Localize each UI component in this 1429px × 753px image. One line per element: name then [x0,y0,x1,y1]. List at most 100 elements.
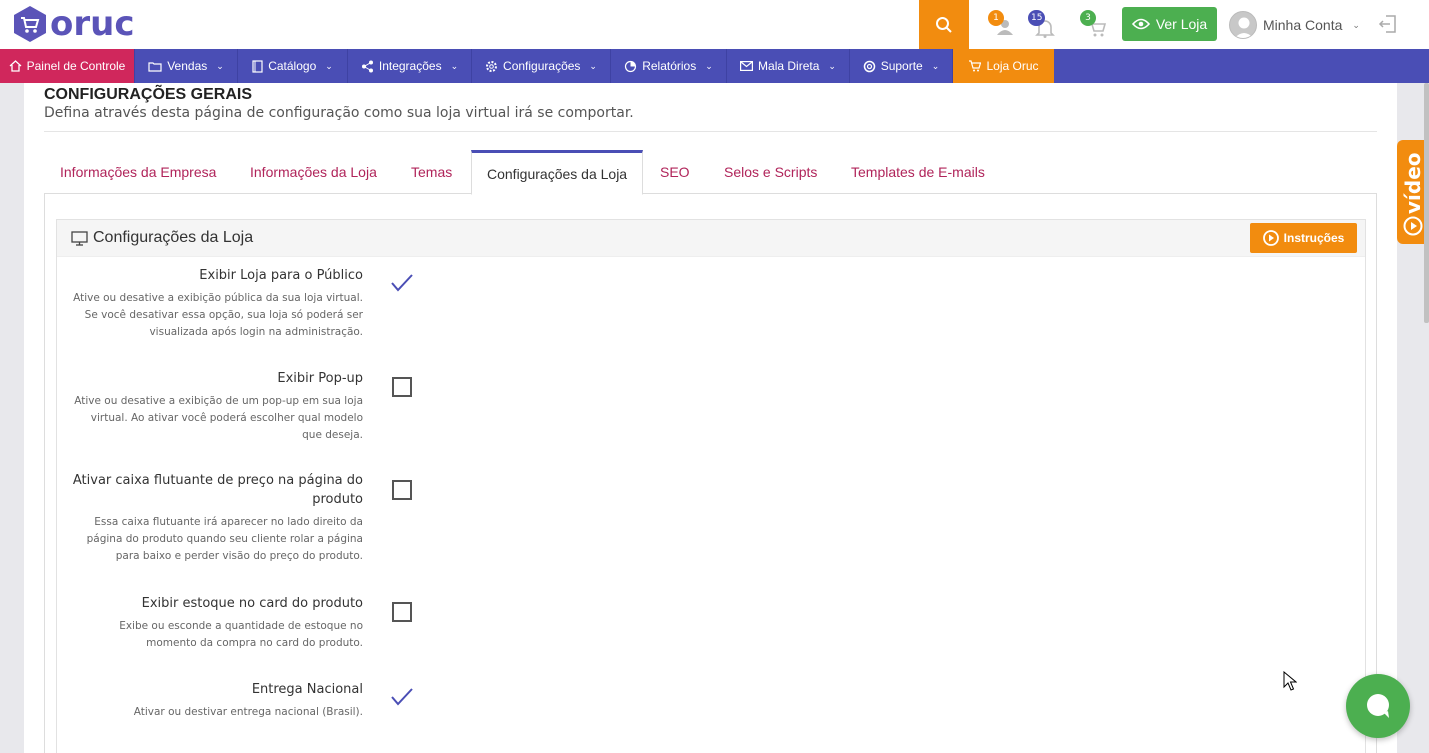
nav-integracoes[interactable]: Integrações ⌄ [348,49,472,83]
book-icon [252,59,263,73]
account-label: Minha Conta [1263,17,1343,33]
card-title-text: Configurações da Loja [93,229,254,246]
mouse-cursor-icon [1283,671,1297,691]
setting-description-line: que deseja. [302,429,363,441]
chevron-down-icon: ⌄ [828,60,836,71]
setting-label-line: Ativar caixa flutuante de preço na págin… [72,473,363,488]
cart-icon [969,60,982,72]
eye-icon [1131,18,1150,30]
nav-label: Integrações [378,59,442,73]
nav-vendas[interactable]: Vendas ⌄ [135,49,238,83]
setting-description: Ative ou desative a exibição pública da … [57,290,363,341]
setting-description-line: Essa caixa flutuante irá aparecer no lad… [94,516,363,528]
ver-loja-label: Ver Loja [1155,16,1208,32]
checkmark-icon[interactable] [390,273,414,293]
setting-description: Ativar ou destivar entrega nacional (Bra… [57,704,363,721]
setting-description-line: Ativar ou destivar entrega nacional (Bra… [133,706,363,718]
page-subtitle: Defina através desta página de configura… [44,105,634,121]
tab-temas[interactable]: Temas [411,150,452,194]
main-nav: Painel de Controle Vendas ⌄ Catálogo ⌄ Int… [0,49,1429,83]
tab-content: Configurações da Loja Instruções Exibir … [44,194,1377,753]
account-menu[interactable]: Minha Conta ⌄ [1229,10,1360,40]
tab-seo[interactable]: SEO [660,150,690,194]
users-badge: 1 [988,10,1004,26]
tab-informacoes-da-empresa[interactable]: Informações da Empresa [60,150,216,194]
checkbox-exibir-estoque[interactable] [392,602,412,622]
setting-description-line: Ative ou desative a exibição pública da … [73,292,363,304]
home-icon [9,60,22,72]
chevron-down-icon: ⌄ [216,60,224,71]
setting-exibir-popup: Exibir Pop-up Ative ou desative a exibiç… [57,369,363,444]
setting-description-line: Exibe ou esconde a quantidade de estoque… [119,620,363,632]
scrollbar[interactable] [1424,83,1429,323]
setting-description: Exibe ou esconde a quantidade de estoque… [57,618,363,652]
setting-label: Ativar caixa flutuante de preço na págin… [57,471,363,509]
ver-loja-button[interactable]: Ver Loja [1122,7,1217,41]
pie-chart-icon [625,60,637,72]
folder-icon [148,61,162,72]
gear-icon [486,60,498,72]
settings-tabs: Informações da Empresa Informações da Lo… [44,150,1377,195]
setting-exibir-estoque: Exibir estoque no card do produto Exibe … [57,594,363,652]
nav-label: Painel de Controle [26,59,126,73]
tab-templates-de-emails[interactable]: Templates de E-mails [851,150,985,194]
checkbox-exibir-popup[interactable] [392,377,412,397]
setting-exibir-loja: Exibir Loja para o Público Ative ou desa… [57,266,363,341]
tab-informacoes-da-loja[interactable]: Informações da Loja [250,150,377,194]
logout-icon [1378,15,1396,33]
setting-description-line: para baixo e perder visão do preço do pr… [115,550,363,562]
store-settings-card: Configurações da Loja Instruções Exibir … [56,219,1366,753]
nav-painel-de-controle[interactable]: Painel de Controle [0,49,135,83]
lifebuoy-icon [863,60,875,72]
chevron-down-icon: ⌄ [931,60,940,71]
setting-label: Entrega Nacional [251,682,363,697]
play-circle-icon [1403,216,1423,236]
nav-loja-oruc[interactable]: Loja Oruc [953,49,1054,83]
chevron-down-icon: ⌄ [1352,19,1360,30]
nav-label: Configurações [503,59,581,73]
cart-logo-icon [14,6,46,42]
setting-description-line: momento da compra no card do produto. [146,637,363,649]
nav-label: Mala Direta [758,59,820,73]
setting-label-line: produto [312,492,363,507]
cart-notification[interactable]: 3 [1080,10,1114,40]
nav-label: Suporte [880,59,923,73]
setting-description-line: visualizada após login na administração. [149,326,363,338]
card-header: Configurações da Loja Instruções [57,220,1365,257]
chat-button[interactable] [1346,674,1410,738]
chevron-down-icon: ⌄ [450,60,459,71]
nav-relatorios[interactable]: Relatórios ⌄ [611,49,727,83]
search-icon [936,16,952,33]
tab-selos-e-scripts[interactable]: Selos e Scripts [724,150,817,194]
search-button[interactable] [919,0,969,49]
logo-text: oruc [50,4,135,44]
logout-button[interactable] [1378,14,1398,38]
cart-badge: 3 [1080,10,1096,26]
checkbox-caixa-flutuante[interactable] [392,480,412,500]
logo[interactable]: oruc [12,4,135,44]
setting-label: Exibir Loja para o Público [199,268,363,283]
setting-label: Exibir estoque no card do produto [141,596,363,611]
checkmark-icon[interactable] [390,687,414,707]
page-title: CONFIGURAÇÕES GERAIS [44,86,253,103]
setting-label: Exibir Pop-up [277,371,363,386]
setting-description-line: virtual. Ao ativar você poderá escolher … [90,412,363,424]
monitor-icon [71,230,88,246]
divider [44,131,1377,132]
bell-notification[interactable]: 15 [1028,10,1062,40]
share-icon [361,60,373,72]
nav-suporte[interactable]: Suporte ⌄ [850,49,953,83]
avatar [1229,11,1257,39]
nav-label: Loja Oruc [986,59,1039,73]
setting-description-line: Se você desativar essa opção, sua loja s… [84,309,363,321]
setting-caixa-flutuante: Ativar caixa flutuante de preço na págin… [57,471,363,565]
setting-description: Essa caixa flutuante irá aparecer no lad… [57,514,363,565]
nav-configuracoes[interactable]: Configurações ⌄ [472,49,611,83]
nav-mala-direta[interactable]: Mala Direta ⌄ [727,49,850,83]
tab-configuracoes-da-loja[interactable]: Configurações da Loja [471,150,644,195]
instructions-button[interactable]: Instruções [1250,223,1357,253]
card-title: Configurações da Loja [71,229,253,247]
nav-label: Catálogo [268,59,317,73]
users-notification[interactable]: 1 [988,10,1022,40]
nav-catalogo[interactable]: Catálogo ⌄ [238,49,348,83]
